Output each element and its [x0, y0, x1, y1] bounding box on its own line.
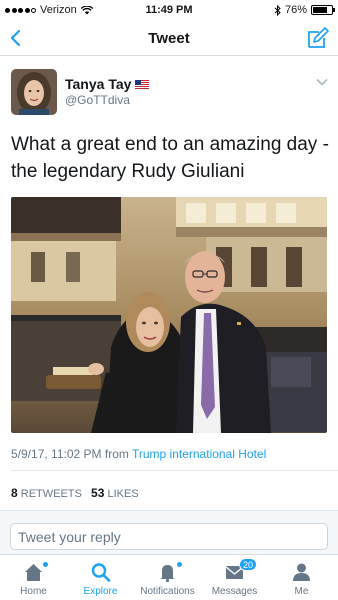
battery-percent: 76% [284, 4, 307, 16]
retweets-count: 8 [11, 486, 18, 500]
author-handle[interactable]: @GoTTdiva [65, 93, 130, 107]
retweets-label: RETWEETS [20, 488, 82, 500]
likes-label: LIKES [107, 488, 139, 500]
bell-icon [160, 565, 175, 582]
tab-home[interactable]: Home [0, 555, 67, 600]
author-name-row[interactable]: Tanya Tay [65, 76, 150, 92]
search-icon [91, 563, 111, 582]
bluetooth-icon [274, 4, 281, 16]
divider [11, 470, 338, 471]
messages-badge: 20 [239, 558, 258, 571]
battery-icon [311, 5, 335, 15]
battery-level [313, 7, 327, 13]
notifications-dot [177, 562, 182, 567]
home-notification-dot [43, 562, 48, 567]
nav-bar: Tweet [0, 20, 338, 56]
person-icon [293, 563, 310, 581]
tab-messages[interactable]: 20 Messages [201, 555, 268, 600]
tweet-meta: 5/9/17, 11:02 PM from Trump internationa… [11, 447, 266, 461]
tab-label-explore: Explore [83, 586, 118, 597]
likes-stat[interactable]: 53 LIKES [91, 486, 139, 500]
tab-bar: Home Explore Notifications 20 Messages M… [0, 554, 338, 600]
tab-label-notifications: Notifications [140, 586, 195, 597]
likes-count: 53 [91, 486, 105, 500]
location-link[interactable]: Trump international Hotel [132, 447, 266, 461]
reply-bar: Tweet your reply [0, 510, 338, 554]
tweet-photo[interactable] [11, 197, 327, 433]
from-word: from [104, 447, 129, 461]
compose-icon[interactable] [306, 26, 330, 50]
tweet-text: What a great end to an amazing day - the… [11, 134, 329, 182]
retweets-stat[interactable]: 8 RETWEETS [11, 486, 82, 500]
status-right: 76% [274, 4, 335, 16]
tab-me[interactable]: Me [268, 555, 335, 600]
tweet-timestamp: 5/9/17, 11:02 PM [11, 447, 102, 461]
page-title: Tweet [148, 30, 190, 47]
status-bar: Verizon 11:49 PM 76% [0, 0, 338, 20]
tab-notifications[interactable]: Notifications [134, 555, 201, 600]
author-name[interactable]: Tanya Tay [65, 76, 131, 92]
avatar[interactable] [11, 69, 57, 115]
tab-label-me: Me [294, 586, 309, 597]
tab-label-home: Home [20, 586, 47, 597]
us-flag-icon [135, 79, 150, 89]
tab-label-messages: Messages [211, 586, 258, 597]
home-icon [25, 564, 42, 581]
reply-input[interactable]: Tweet your reply [10, 523, 328, 550]
tab-explore[interactable]: Explore [67, 555, 134, 600]
chevron-down-icon[interactable] [316, 78, 328, 86]
tweet-stats: 8 RETWEETS 53 LIKES [11, 486, 139, 500]
